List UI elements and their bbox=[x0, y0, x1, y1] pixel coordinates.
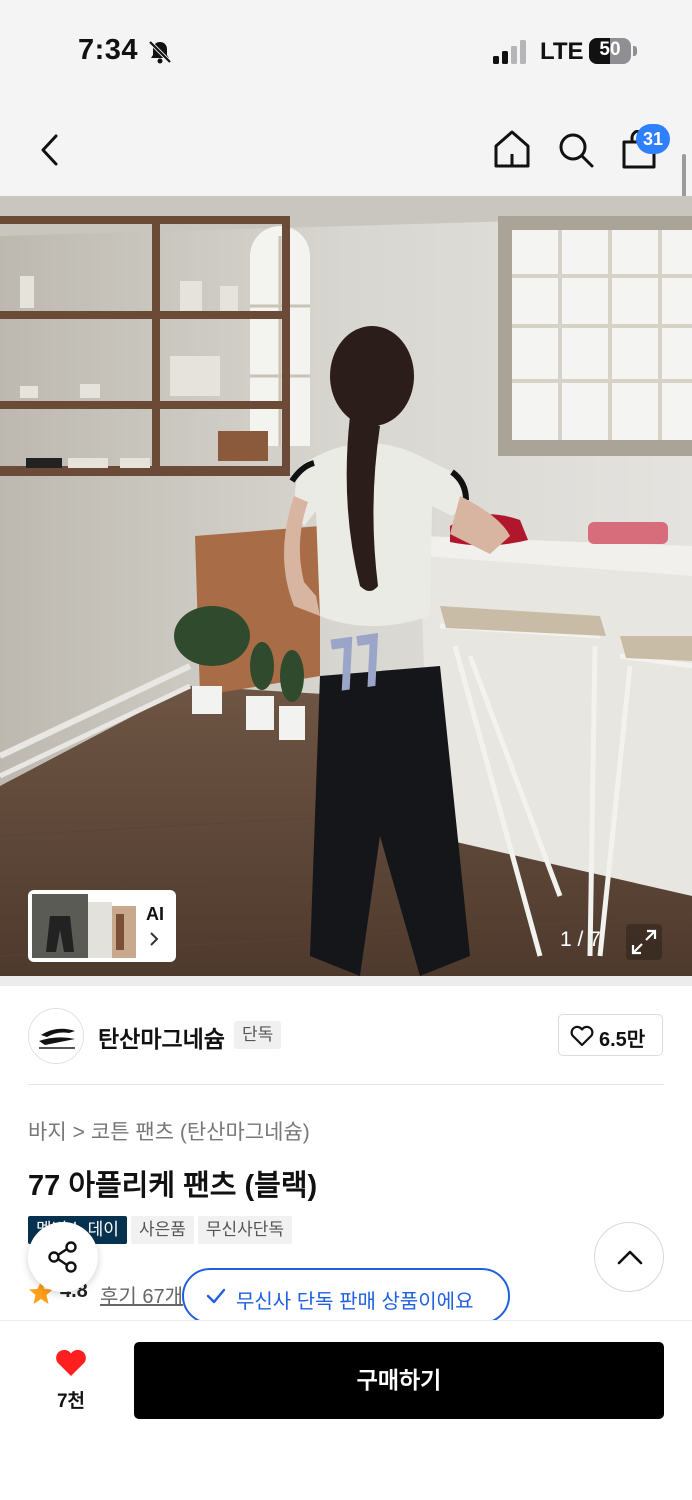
search-icon[interactable] bbox=[556, 130, 596, 170]
breadcrumb-separator: > bbox=[72, 1121, 85, 1144]
heart-filled-icon bbox=[56, 1349, 86, 1376]
divider bbox=[28, 1084, 664, 1085]
wishlist-count: 7천 bbox=[56, 1391, 86, 1412]
top-navigation bbox=[0, 100, 692, 196]
exclusive-badge: 단독 bbox=[234, 1021, 282, 1049]
status-bar: 7:34 LTE 50 bbox=[0, 0, 692, 100]
tag-gift: 사은품 bbox=[130, 1216, 194, 1244]
image-counter: 1 / 7 bbox=[560, 928, 601, 951]
battery-level: 50 bbox=[599, 39, 621, 60]
cellular-signal-icon bbox=[493, 40, 526, 64]
brand-logo-mark bbox=[39, 1028, 75, 1049]
product-image[interactable] bbox=[0, 196, 692, 976]
exclusive-notice-pill[interactable]: 무신사 단독 판매 상품이에요 bbox=[182, 1268, 510, 1324]
heart-outline-icon bbox=[570, 1025, 594, 1047]
product-title: 77 아플리케 팬츠 (블랙) bbox=[28, 1170, 318, 1202]
exclusive-notice-text: 무신사 단독 판매 상품이에요 bbox=[236, 1291, 474, 1313]
battery-icon: 50 bbox=[589, 38, 631, 64]
breadcrumb-subcategory[interactable]: 코튼 팬츠 (탄산마그네슘) bbox=[91, 1121, 310, 1144]
buy-button[interactable]: 구매하기 bbox=[134, 1342, 664, 1419]
tag-musinsa-exclusive: 무신사단독 bbox=[197, 1216, 293, 1244]
bell-muted-icon bbox=[148, 40, 172, 64]
style-thumbnails bbox=[32, 894, 136, 958]
wishlist-button[interactable]: 7천 bbox=[36, 1344, 106, 1418]
back-arrow-icon[interactable] bbox=[36, 130, 64, 170]
share-button[interactable] bbox=[28, 1222, 98, 1292]
expand-icon[interactable] bbox=[626, 924, 662, 960]
scroll-to-top-button[interactable] bbox=[594, 1222, 664, 1292]
breadcrumb: 바지 > 코튼 팬츠 (탄산마그네슘) bbox=[28, 1116, 310, 1146]
brand-like-count: 6.5만 bbox=[599, 1029, 646, 1051]
chevron-right-icon bbox=[150, 932, 159, 946]
chevron-up-icon bbox=[617, 1250, 643, 1265]
ai-style-thumbnail-card[interactable]: AI bbox=[28, 890, 176, 962]
network-type: LTE bbox=[540, 38, 584, 65]
product-photo bbox=[0, 196, 692, 976]
brand-like-button[interactable]: 6.5만 bbox=[558, 1014, 663, 1056]
share-icon bbox=[48, 1241, 77, 1273]
brand-name[interactable]: 탄산마그네슘 bbox=[98, 1020, 225, 1054]
battery-cap bbox=[633, 46, 637, 56]
section-divider bbox=[0, 976, 692, 986]
status-time: 7:34 bbox=[78, 34, 139, 66]
cart-count-badge: 31 bbox=[636, 124, 670, 154]
review-count-link[interactable]: 후기 67개 bbox=[100, 1280, 183, 1309]
ai-label: AI bbox=[146, 904, 164, 924]
check-icon bbox=[206, 1288, 226, 1304]
home-icon[interactable] bbox=[492, 128, 532, 170]
breadcrumb-category[interactable]: 바지 bbox=[28, 1121, 67, 1144]
brand-logo[interactable] bbox=[28, 1008, 84, 1064]
